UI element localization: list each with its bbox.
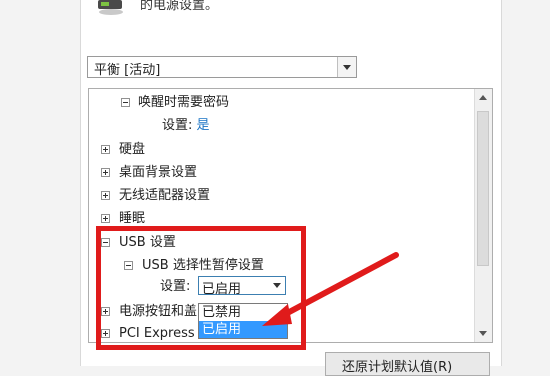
tree-item-desktop-background[interactable]: 桌面背景设置 — [119, 165, 197, 181]
scroll-thumb[interactable] — [477, 111, 489, 266]
expand-icon[interactable] — [101, 191, 110, 200]
expand-icon[interactable] — [101, 214, 110, 223]
power-plan-select[interactable]: 平衡 [活动] — [87, 56, 357, 78]
expand-icon[interactable] — [101, 168, 110, 177]
setting-label: 设置: — [162, 118, 193, 133]
restore-defaults-button[interactable]: 还原计划默认值(R) — [325, 352, 490, 376]
setting-value-link[interactable]: 是 — [197, 118, 210, 133]
collapse-icon[interactable] — [121, 98, 130, 107]
expand-icon[interactable] — [101, 145, 110, 154]
tree-item-wake-password[interactable]: 唤醒时需要密码 — [138, 95, 229, 111]
annotation-highlight-box — [96, 226, 306, 350]
power-plan-select-value: 平衡 [活动] — [94, 63, 161, 78]
scroll-up-icon[interactable] — [475, 89, 492, 106]
tree-item-wake-password-setting[interactable]: 设置: 是 — [162, 118, 210, 134]
tree-item-wireless-adapter[interactable]: 无线适配器设置 — [119, 188, 210, 204]
power-plan-icon — [98, 0, 123, 15]
chevron-down-icon[interactable] — [337, 57, 356, 77]
scroll-down-icon[interactable] — [475, 325, 492, 342]
intro-text: 的电源设置。 — [140, 0, 219, 13]
tree-scrollbar[interactable] — [474, 89, 492, 342]
tree-item-hard-disk[interactable]: 硬盘 — [119, 142, 145, 158]
tree-item-sleep[interactable]: 睡眠 — [119, 211, 145, 227]
